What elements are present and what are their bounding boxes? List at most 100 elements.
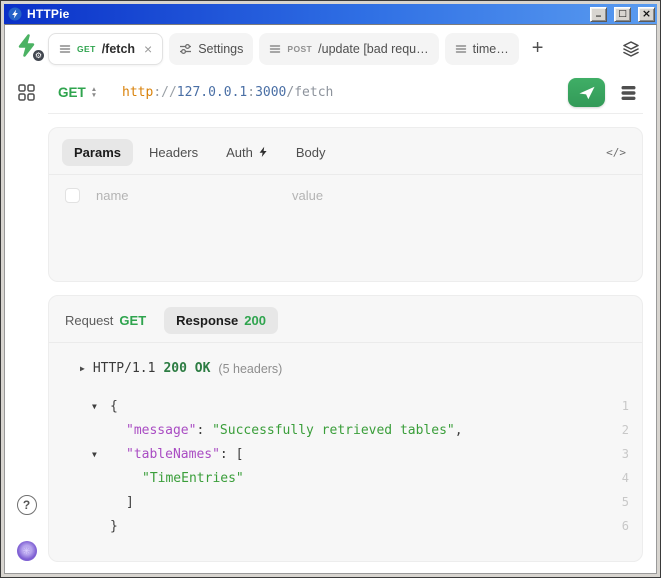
url-host: 127.0.0.1 (177, 85, 247, 100)
stack-icon (620, 84, 637, 102)
param-name-input[interactable]: name (96, 188, 292, 203)
tab-close-icon[interactable]: × (144, 41, 152, 57)
json-token: : [ (220, 447, 243, 462)
response-tabs: Request GET Response 200 (62, 305, 629, 335)
divider (49, 342, 642, 343)
fold-open-icon[interactable]: ▼ (92, 402, 110, 411)
layers-icon (622, 40, 640, 58)
tab-label: time… (473, 42, 509, 56)
json-line: ] 5 (92, 490, 629, 514)
json-token: ] (126, 495, 134, 510)
json-line: ▼ "tableNames": [ 3 (92, 442, 629, 466)
tab-method-badge: POST (287, 44, 312, 54)
url-path: /fetch (286, 85, 333, 100)
param-checkbox[interactable] (65, 188, 80, 203)
tab-settings[interactable]: Settings (169, 33, 253, 65)
tab-headers-label: Headers (149, 145, 198, 160)
help-button[interactable]: ? (17, 495, 37, 515)
headers-count-text: (5 headers) (218, 362, 282, 376)
json-string: "Successfully retrieved tables" (212, 423, 455, 438)
status-badge: 200 (244, 313, 266, 328)
window-titlebar: HTTPie _ □ × (4, 4, 657, 24)
minimize-button[interactable]: _ (590, 7, 607, 22)
window-app-icon (8, 7, 22, 21)
fold-open-icon[interactable]: ▼ (92, 450, 110, 459)
tab-get-fetch[interactable]: GET /fetch × (48, 33, 163, 65)
logo-gear-badge-icon: ⚙ (33, 50, 44, 61)
method-label: GET (58, 85, 86, 100)
tab-list-button[interactable] (622, 40, 640, 58)
method-dropdown[interactable]: GET ▲▼ (58, 85, 122, 100)
param-value-input[interactable]: value (292, 188, 323, 203)
app-body: ⚙ ? ✳ (4, 24, 657, 574)
maximize-button[interactable]: □ (614, 7, 631, 22)
request-stack-icon (59, 43, 71, 55)
tab-time[interactable]: time… (445, 33, 519, 65)
httpie-logo: ⚙ (13, 32, 40, 59)
tab-auth-label: Auth (226, 145, 253, 160)
code-view-button[interactable]: </> (606, 146, 629, 159)
url-separator: :// (153, 85, 176, 100)
collapsed-arrow-icon[interactable]: ▶ (80, 364, 85, 373)
close-button[interactable]: × (638, 7, 655, 22)
tab-bar: GET /fetch × Settings (48, 32, 643, 65)
response-status-line[interactable]: ▶ HTTP/1.1 200 OK (5 headers) (62, 361, 629, 376)
json-token: } (110, 519, 118, 534)
main-content: GET /fetch × Settings (48, 25, 656, 573)
line-number: 6 (611, 519, 629, 533)
json-line: "message": "Successfully retrieved table… (92, 418, 629, 442)
request-panel: Params Headers Auth Body </> (48, 127, 643, 282)
line-number: 4 (611, 471, 629, 485)
sort-arrows-icon: ▲▼ (91, 87, 97, 98)
tab-body[interactable]: Body (284, 139, 338, 166)
url-port: 3000 (255, 85, 286, 100)
request-stack-icon (269, 43, 281, 55)
url-colon: : (247, 85, 255, 100)
json-line: } 6 (92, 514, 629, 538)
tab-request-method: GET (119, 313, 146, 328)
json-token: : (196, 423, 212, 438)
response-panel: Request GET Response 200 ▶ HTTP/1.1 200 … (48, 295, 643, 562)
paper-plane-icon (578, 85, 596, 101)
json-token: { (110, 399, 118, 414)
tab-response[interactable]: Response 200 (164, 307, 278, 334)
response-body-viewer: ▼ { 1 "message": "Successfully retrieved… (62, 394, 629, 538)
line-number: 1 (611, 399, 629, 413)
json-key: "message" (126, 423, 196, 438)
protocol-text: HTTP/1.1 (93, 361, 156, 376)
tab-request[interactable]: Request GET (62, 313, 146, 328)
json-token: , (455, 423, 463, 438)
app-window: HTTPie _ □ × ⚙ (0, 0, 661, 578)
json-line: "TimeEntries" 4 (92, 466, 629, 490)
json-key: "tableNames" (126, 447, 220, 462)
window-title: HTTPie (27, 7, 583, 21)
param-row: name value (62, 188, 629, 203)
tab-label: /update [bad requ… (318, 42, 429, 56)
workspaces-button[interactable] (18, 84, 35, 106)
url-input[interactable]: http://127.0.0.1:3000/fetch (122, 85, 333, 100)
tab-body-label: Body (296, 145, 326, 160)
request-history-button[interactable] (620, 84, 637, 102)
tab-params-label: Params (74, 145, 121, 160)
tab-params[interactable]: Params (62, 139, 133, 166)
tab-request-label: Request (65, 313, 113, 328)
tab-label: Settings (198, 42, 243, 56)
tab-label: /fetch (102, 42, 135, 56)
new-tab-button[interactable]: + (532, 37, 544, 60)
divider (49, 174, 642, 175)
tab-response-label: Response (176, 313, 238, 328)
send-button[interactable] (568, 78, 605, 107)
tab-auth[interactable]: Auth (214, 139, 280, 166)
user-avatar[interactable]: ✳ (17, 541, 37, 561)
line-number: 2 (611, 423, 629, 437)
tab-post-update[interactable]: POST /update [bad requ… (259, 33, 438, 65)
request-stack-icon (455, 43, 467, 55)
line-number: 3 (611, 447, 629, 461)
left-rail: ⚙ ? ✳ (5, 25, 48, 573)
grid-icon (18, 84, 35, 101)
sliders-icon (179, 43, 192, 55)
tab-headers[interactable]: Headers (137, 139, 210, 166)
json-string: "TimeEntries" (142, 471, 244, 486)
status-code-text: 200 OK (163, 361, 210, 376)
request-tabs: Params Headers Auth Body </> (62, 137, 629, 167)
